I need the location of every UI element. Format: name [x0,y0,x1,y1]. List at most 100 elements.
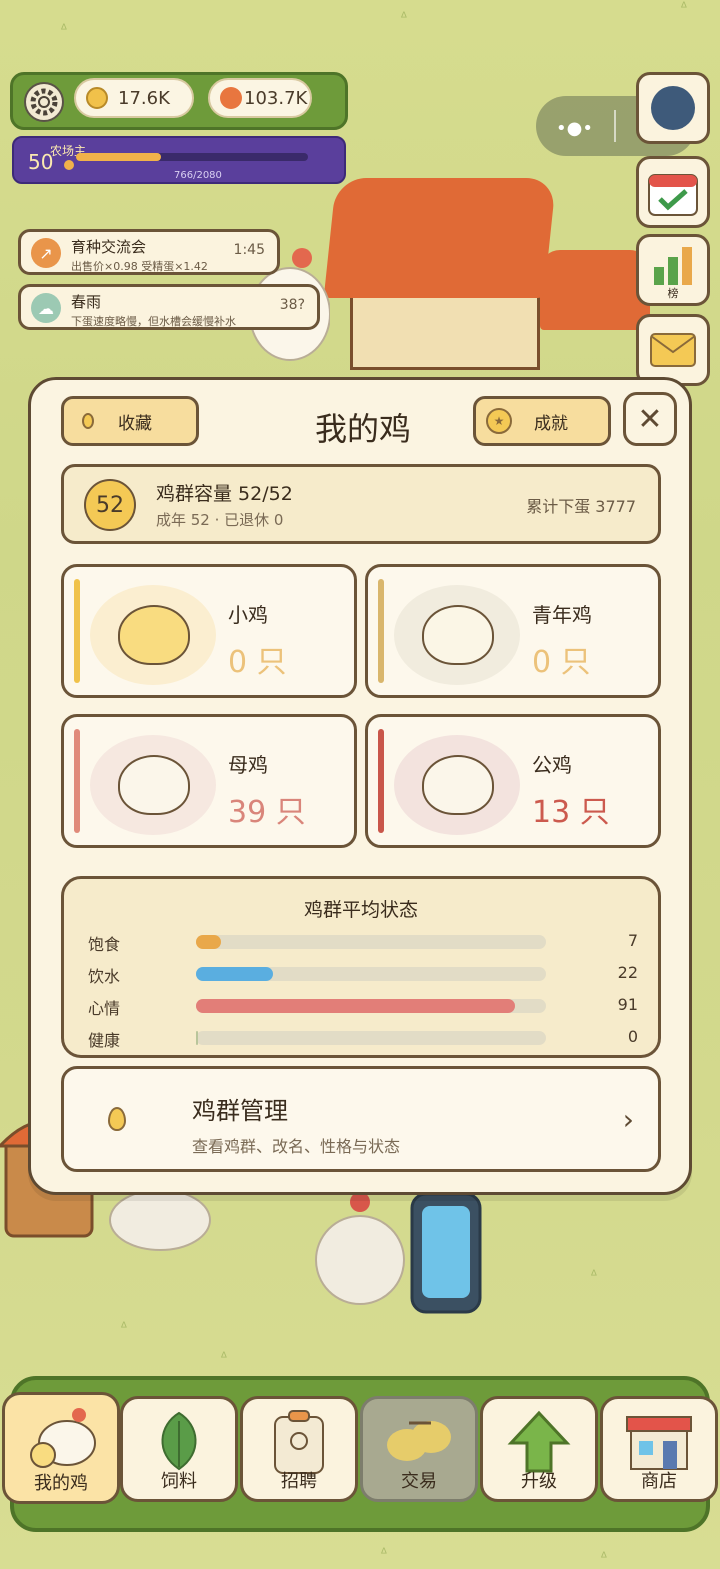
coop-roof-secondary [540,250,650,330]
nav-label: 商店 [641,1471,677,1492]
nav-my-chickens[interactable]: 我的鸡 [2,1392,120,1504]
achievement-label: 成就 [534,413,568,434]
status-label: 健康 [88,1031,121,1050]
capacity-badge: 52 [84,479,136,531]
manage-subtitle: 查看鸡群、改名、性格与状态 [192,1137,401,1156]
capacity-title: 鸡群容量 52/52 [156,483,293,505]
status-fill [196,1031,199,1045]
status-fill [196,967,273,981]
group-stripe [74,579,80,683]
nav-shop[interactable]: 商店 [600,1396,718,1502]
event-banner-breeding[interactable]: ↗ 育种交流会 出售价×0.98 受精蛋×1.42 1:45 [18,229,280,275]
coop-roof [323,178,557,298]
badge-icon [274,1410,324,1474]
level-bar[interactable]: 50 农场主 766/2080 [12,136,346,184]
xp-track [76,153,308,161]
coin-counter[interactable]: 17.6K [74,78,194,118]
xp-fill [76,153,162,161]
group-count: 39 只 [228,795,306,830]
chick-icon [118,605,190,665]
capsule-divider [614,110,616,142]
nav-feed[interactable]: 饲料 [120,1396,238,1502]
group-card-pullet[interactable]: 青年鸡 0 只 [365,564,661,698]
group-count: 0 只 [228,645,287,680]
coin-value: 17.6K [118,87,170,109]
group-stripe [74,729,80,833]
calendar-icon [648,174,698,216]
young-chicken-icon [422,605,494,665]
rain-cloud-icon: ☁ [31,293,61,323]
nav-trade[interactable]: 交易 [360,1396,478,1502]
group-card-rooster[interactable]: 公鸡 13 只 [365,714,661,848]
flock-capacity-card: 52 鸡群容量 52/52 成年 52 · 已退休 0 累计下蛋 3777 [61,464,661,544]
status-row-health: 健康 0 [88,1025,638,1050]
status-track [196,999,546,1013]
status-fill [196,935,221,949]
xp-dot [64,160,74,170]
avatar-button[interactable] [636,72,710,144]
status-label: 心情 [88,999,121,1018]
more-menu-icon[interactable]: •●• [556,118,593,139]
achievement-button[interactable]: ★ 成就 [473,396,611,446]
event-title: 育种交流会 [71,238,147,256]
status-value: 91 [617,995,638,1014]
trend-up-icon: ↗ [31,238,61,268]
avatar-icon [651,86,695,130]
shop-icon [626,1416,692,1470]
chevron-right-icon: › [622,1103,634,1136]
mail-icon [650,333,696,367]
gem-value: 103.7K [244,87,308,109]
status-fill [196,999,515,1013]
hen-icon [118,755,190,815]
nav-label: 饲料 [161,1471,197,1492]
rooster-icon [422,755,494,815]
event-title: 春雨 [71,293,102,311]
status-value: 7 [627,931,638,950]
status-value: 22 [617,963,638,982]
star-icon: ★ [486,408,512,434]
my-chickens-modal: 收藏 我的鸡 ★ 成就 ✕ 52 鸡群容量 52/52 成年 52 · 已退休 … [28,377,692,1195]
golden-egg-icon [108,1107,126,1131]
nav-recruit[interactable]: 招聘 [240,1396,358,1502]
group-count: 13 只 [532,795,610,830]
up-arrow-icon [507,1410,571,1473]
group-count: 0 只 [532,645,591,680]
flock-management-button[interactable]: 鸡群管理 查看鸡群、改名、性格与状态 › [61,1066,661,1172]
xp-text: 766/2080 [174,170,222,181]
status-row-mood: 心情 91 [88,993,638,1018]
group-stripe [378,729,384,833]
gem-counter[interactable]: 103.7K [208,78,312,118]
nav-label: 升级 [521,1471,557,1492]
chicken-icon [30,1408,96,1468]
calendar-checkin-button[interactable] [636,156,710,228]
water-trough [410,1192,482,1314]
leaderboard-button[interactable]: 榜 [636,234,710,306]
status-row-satiety: 饱食 7 [88,929,638,954]
nav-label: 我的鸡 [34,1473,88,1494]
group-name: 小鸡 [228,603,268,627]
group-card-hen[interactable]: 母鸡 39 只 [61,714,357,848]
event-subtitle: 下蛋速度略慢，但水槽会缓慢补水 [71,315,236,328]
mail-button[interactable] [636,314,710,386]
status-row-water: 饮水 22 [88,961,638,986]
status-title: 鸡群平均状态 [303,899,418,921]
flock-average-status: 鸡群平均状态 饱食 7 饮水 22 心情 91 健康 0 [61,876,661,1058]
nav-upgrade[interactable]: 升级 [480,1396,598,1502]
group-name: 公鸡 [532,753,572,777]
close-icon: ✕ [637,401,663,437]
settings-button[interactable] [24,82,64,122]
event-banner-weather[interactable]: ☁ 春雨 下蛋速度略慢，但水槽会缓慢补水 38? [18,284,320,330]
trade-eggs-icon [387,1421,451,1461]
status-track [196,935,546,949]
bar-chart-icon [654,247,692,285]
nav-label: 交易 [401,1471,437,1492]
leaf-icon [161,1411,197,1471]
group-card-chick[interactable]: 小鸡 0 只 [61,564,357,698]
group-name: 母鸡 [228,753,268,777]
manage-title: 鸡群管理 [192,1097,288,1125]
close-button[interactable]: ✕ [623,392,677,446]
status-value: 0 [627,1027,638,1046]
capacity-subtitle: 成年 52 · 已退休 0 [156,511,284,529]
status-track [196,967,546,981]
event-timer: 38? [279,297,305,313]
